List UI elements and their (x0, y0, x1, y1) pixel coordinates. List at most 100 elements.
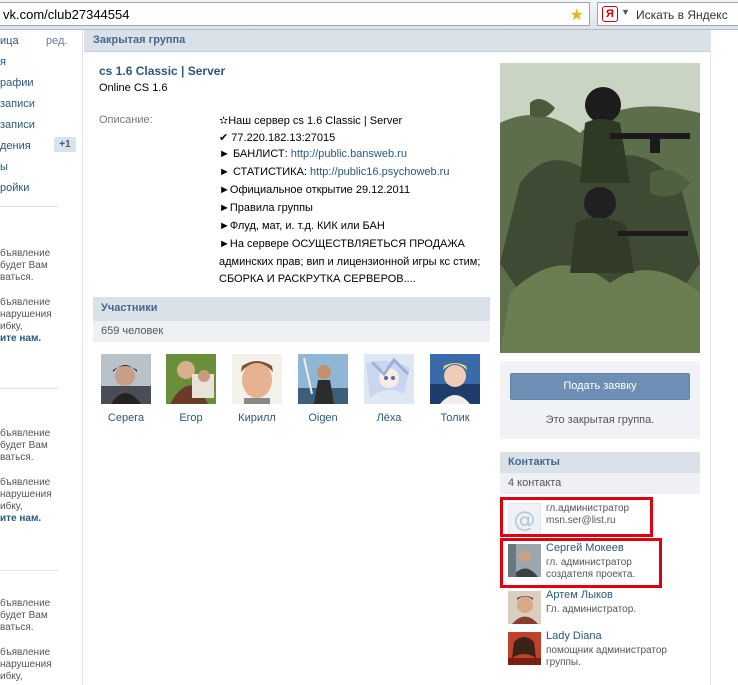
ad-text: нарушения (0, 309, 52, 320)
ad-text: будет Вам (0, 610, 48, 621)
search-input[interactable]: Я ▼ Искать в Яндекс (597, 2, 738, 26)
members-title: Участники (101, 302, 158, 314)
ad-text: ибку, (0, 501, 23, 512)
stats-link[interactable]: http://public16.psychoweb.ru (310, 166, 449, 178)
members-count-text: 659 человек (101, 325, 164, 337)
contact-name[interactable]: Артем Лыков (546, 589, 613, 601)
member-name[interactable]: Серега (96, 412, 156, 424)
contact-role: помощник администратор (546, 645, 667, 656)
member-item[interactable]: Oigen (293, 354, 353, 424)
ad-text: нарушения (0, 489, 52, 500)
sidebar-item-page[interactable]: ица (0, 35, 19, 47)
member-name[interactable]: Oigen (293, 412, 353, 424)
member-item[interactable]: Толик (425, 354, 485, 424)
avatar[interactable] (508, 632, 541, 665)
member-name[interactable]: Егор (161, 412, 221, 424)
report-link[interactable]: ите нам. (0, 513, 41, 525)
banlist-link[interactable]: http://public.bansweb.ru (291, 148, 407, 160)
contacts-title: Контакты (508, 456, 560, 468)
divider (0, 570, 58, 571)
members-count[interactable]: 659 человек (93, 321, 490, 342)
members-header[interactable]: Участники (93, 297, 490, 321)
description-line: админских прав; вип и лицензионной игры … (219, 256, 481, 268)
description-line: СБОРКА И РАСКРУТКА СЕРВЕРОВ.... (219, 273, 416, 285)
ad-text: бъявление (0, 647, 51, 658)
description-line: ✫Наш сервер cs 1.6 Classic | Server (219, 115, 403, 127)
highlight-box (500, 497, 653, 537)
ad-text: бъявление (0, 598, 51, 609)
description-line: ✔ 77.220.182.13:27015 (219, 132, 336, 144)
member-name[interactable]: Толик (425, 412, 485, 424)
sidebar-item-video[interactable]: записи (0, 119, 35, 131)
sidebar-item-audio[interactable]: записи (0, 98, 35, 110)
member-item[interactable]: Лёха (359, 354, 419, 424)
avatar[interactable] (166, 354, 216, 404)
page: ица ред. я рафии записи записи дения +1 … (0, 30, 738, 685)
avatar[interactable] (101, 354, 151, 404)
member-name[interactable]: Лёха (359, 412, 419, 424)
contacts-count-text: 4 контакта (508, 477, 562, 489)
description-label: Описание: (99, 114, 153, 126)
chevron-down-icon[interactable]: ▼ (621, 7, 630, 17)
description-line: ►Официальное открытие 29.12.2011 (219, 184, 411, 196)
contact-name[interactable]: Lady Diana (546, 630, 602, 642)
avatar[interactable] (232, 354, 282, 404)
contact-role-detail: группы. (546, 657, 581, 668)
ad-text: бъявление (0, 477, 51, 488)
avatar[interactable] (298, 354, 348, 404)
avatar[interactable] (508, 591, 541, 624)
sidebar-item-settings[interactable]: ройки (0, 182, 29, 194)
member-item[interactable]: Егор (161, 354, 221, 424)
ad-text: ибку, (0, 671, 23, 682)
edit-link[interactable]: ред. (46, 35, 67, 47)
sidebar-item-messages[interactable]: дения (0, 140, 31, 152)
divider (0, 206, 58, 207)
avatar[interactable] (364, 354, 414, 404)
group-status: Online CS 1.6 (99, 82, 168, 94)
contacts-count[interactable]: 4 контакта (500, 473, 700, 494)
ad-text: бъявление (0, 428, 51, 439)
page-title: cs 1.6 Classic | Server (99, 64, 226, 78)
ad-text: будет Вам (0, 440, 48, 451)
report-link[interactable]: ите нам. (0, 333, 41, 345)
group-type-header: Закрытая группа (84, 30, 710, 52)
closed-group-note: Это закрытая группа. (545, 414, 655, 426)
contacts-header[interactable]: Контакты (500, 452, 700, 473)
messages-badge[interactable]: +1 (54, 137, 76, 152)
highlight-box (500, 538, 662, 588)
group-photo[interactable] (500, 63, 700, 353)
column-divider (710, 30, 711, 685)
search-placeholder: Искать в Яндекс (636, 8, 728, 22)
sidebar-item-groups[interactable]: ы (0, 161, 8, 173)
submit-request-button[interactable]: Подать заявку (510, 373, 690, 400)
url-text: vk.com/club27344554 (3, 7, 130, 22)
divider (0, 388, 58, 389)
sidebar-item-photos[interactable]: рафии (0, 77, 34, 89)
group-type-title: Закрытая группа (93, 34, 186, 46)
member-name[interactable]: Кирилл (227, 412, 287, 424)
join-panel: Подать заявку Это закрытая группа. (500, 361, 700, 439)
ad-text: ибку, (0, 321, 23, 332)
ad-text: нарушения (0, 659, 52, 670)
avatar[interactable] (430, 354, 480, 404)
contact-role: Гл. администратор. (546, 604, 637, 615)
ad-text: бъявление (0, 297, 51, 308)
address-bar[interactable]: vk.com/club27344554 ★ (0, 2, 590, 26)
bookmark-star-icon[interactable]: ★ (570, 5, 584, 25)
ad-text: ваться. (0, 452, 34, 463)
ad-text: бъявление (0, 248, 51, 259)
left-sidebar: ица ред. я рафии записи записи дения +1 … (0, 30, 80, 685)
description-line: ►Флуд, мат, и. т.д. КИК или БАН (219, 220, 385, 232)
sidebar-item-news[interactable]: я (0, 56, 6, 68)
column-divider (82, 30, 83, 685)
yandex-icon[interactable]: Я (602, 6, 618, 22)
browser-toolbar: vk.com/club27344554 ★ Я ▼ Искать в Яндек… (0, 0, 738, 30)
member-item[interactable]: Кирилл (227, 354, 287, 424)
description-line: ► СТАТИСТИКА: http://public16.psychoweb.… (219, 166, 450, 178)
description-line: ► БАНЛИСТ: http://public.bansweb.ru (219, 148, 407, 160)
ad-text: будет Вам (0, 260, 48, 271)
ad-text: ваться. (0, 272, 34, 283)
member-item[interactable]: Серега (96, 354, 156, 424)
description-line: ►Правила группы (219, 202, 313, 214)
ad-text: ваться. (0, 622, 34, 633)
